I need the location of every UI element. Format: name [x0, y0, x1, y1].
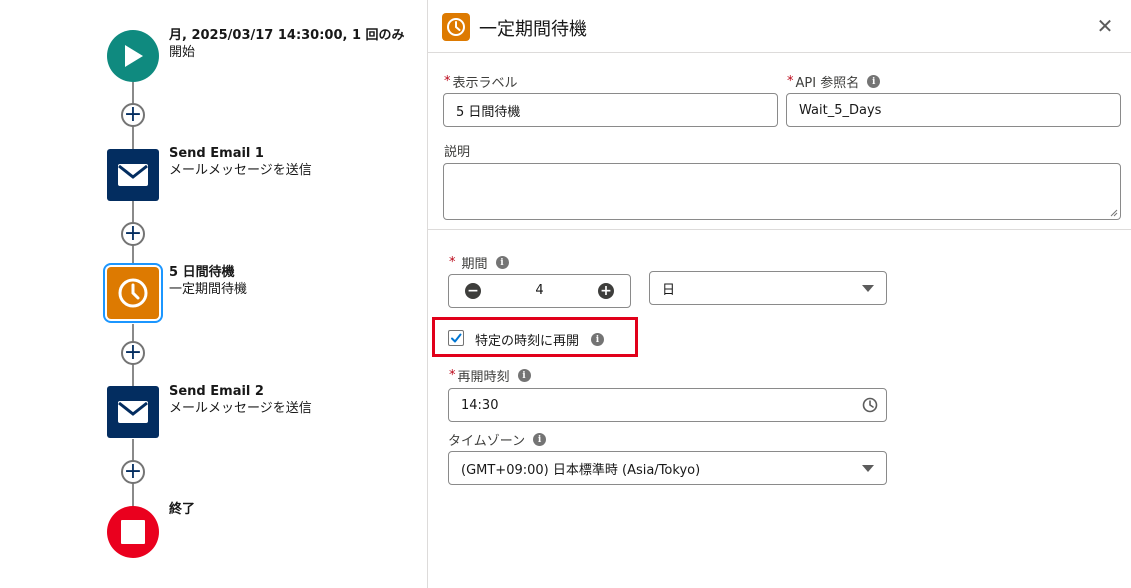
properties-panel: 一定期間待機 ✕ * 表示ラベル 5 日間待機 * API 参照名 i Wait… — [427, 0, 1131, 588]
timezone-label-text: タイムゾーン — [448, 434, 526, 449]
start-node-subtitle: 開始 — [169, 45, 196, 60]
send-email-1-text: Send Email 1 メールメッセージを送信 — [169, 145, 312, 179]
plus-icon: + — [123, 221, 143, 246]
clock-icon — [118, 278, 148, 308]
send-email-2-subtitle: メールメッセージを送信 — [169, 401, 312, 416]
send-email-2-text: Send Email 2 メールメッセージを送信 — [169, 383, 312, 417]
timezone-select[interactable]: (GMT+09:00) 日本標準時 (Asia/Tokyo) — [448, 451, 887, 485]
resize-grip-icon[interactable] — [1110, 209, 1118, 217]
specific-time-checkbox[interactable] — [448, 330, 464, 346]
resume-time-label-text: 再開時刻 — [457, 370, 510, 385]
clock-icon — [442, 13, 470, 41]
label-field-label: * 表示ラベル — [444, 72, 518, 91]
duration-stepper[interactable]: − 4 + — [448, 274, 631, 308]
plus-icon: + — [123, 459, 143, 484]
add-element-button[interactable]: + — [121, 341, 145, 365]
description-textarea[interactable] — [443, 163, 1121, 220]
duration-unit-select[interactable]: 日 — [649, 271, 887, 305]
panel-title: 一定期間待機 — [479, 19, 587, 40]
info-icon[interactable]: i — [533, 433, 547, 446]
add-element-button[interactable]: + — [121, 460, 145, 484]
label-input[interactable]: 5 日間待機 — [443, 93, 778, 127]
wait-node-text: 5 日間待機 一定期間待機 — [169, 264, 247, 298]
send-email-1-node[interactable] — [107, 149, 159, 201]
wait-node[interactable] — [107, 267, 159, 319]
add-element-button[interactable]: + — [121, 222, 145, 246]
section-divider — [428, 229, 1131, 230]
description-label-text: 説明 — [444, 145, 471, 160]
api-name-label: * API 参照名 i — [787, 72, 881, 91]
play-icon — [125, 45, 143, 67]
info-icon[interactable]: i — [591, 333, 605, 346]
required-marker: * — [449, 368, 456, 383]
info-icon[interactable]: i — [517, 369, 531, 382]
send-email-2-node[interactable] — [107, 386, 159, 438]
start-node[interactable] — [107, 30, 159, 82]
plus-icon: + — [600, 283, 612, 299]
timezone-value: (GMT+09:00) 日本標準時 (Asia/Tokyo) — [461, 462, 701, 478]
resume-time-input[interactable]: 14:30 — [448, 388, 887, 422]
close-icon: ✕ — [1096, 14, 1114, 38]
checkmark-icon — [451, 333, 462, 343]
send-email-1-title: Send Email 1 — [169, 146, 264, 161]
stop-icon — [121, 520, 145, 544]
info-icon[interactable]: i — [495, 256, 509, 269]
label-input-value: 5 日間待機 — [456, 104, 521, 120]
api-name-text: API 参照名 — [795, 76, 860, 91]
start-node-title: 月, 2025/03/17 14:30:00, 1 回のみ — [169, 28, 405, 43]
panel-header: 一定期間待機 ✕ — [428, 0, 1131, 53]
chevron-down-icon — [862, 465, 874, 472]
required-marker: * — [449, 255, 456, 270]
duration-label: * 期間 i — [449, 253, 509, 272]
description-label: 説明 — [444, 141, 470, 160]
info-icon[interactable]: i — [867, 75, 881, 88]
api-name-input[interactable]: Wait_5_Days — [786, 93, 1121, 127]
plus-icon: + — [123, 102, 143, 127]
envelope-icon — [118, 164, 148, 186]
chevron-down-icon — [862, 285, 874, 292]
end-node-title: 終了 — [169, 502, 196, 517]
duration-label-text: 期間 — [461, 257, 488, 272]
end-node-text: 終了 — [169, 501, 195, 518]
send-email-1-subtitle: メールメッセージを送信 — [169, 163, 312, 178]
specific-time-highlight: 特定の時刻に再開 i — [432, 317, 638, 357]
add-element-button[interactable]: + — [121, 103, 145, 127]
flow-canvas: 月, 2025/03/17 14:30:00, 1 回のみ 開始 + Send … — [0, 0, 427, 588]
plus-icon: + — [123, 340, 143, 365]
start-node-text: 月, 2025/03/17 14:30:00, 1 回のみ 開始 — [169, 27, 405, 61]
wait-node-title: 5 日間待機 — [169, 265, 235, 280]
specific-time-label-text: 特定の時刻に再開 — [475, 334, 580, 349]
wait-node-subtitle: 一定期間待機 — [169, 282, 248, 297]
end-node[interactable] — [107, 506, 159, 558]
label-field-text: 表示ラベル — [452, 76, 518, 91]
timezone-label: タイムゾーン i — [448, 430, 547, 449]
specific-time-label: 特定の時刻に再開 i — [475, 330, 605, 349]
increment-button[interactable]: + — [598, 283, 614, 299]
resume-time-label: * 再開時刻 i — [449, 366, 531, 385]
api-name-value: Wait_5_Days — [799, 102, 882, 118]
send-email-2-title: Send Email 2 — [169, 384, 264, 399]
required-marker: * — [444, 74, 451, 89]
close-button[interactable]: ✕ — [1093, 14, 1117, 38]
resume-time-value: 14:30 — [461, 397, 499, 413]
clock-icon[interactable] — [862, 397, 878, 413]
required-marker: * — [787, 74, 794, 89]
envelope-icon — [118, 401, 148, 423]
duration-unit-value: 日 — [662, 282, 676, 298]
